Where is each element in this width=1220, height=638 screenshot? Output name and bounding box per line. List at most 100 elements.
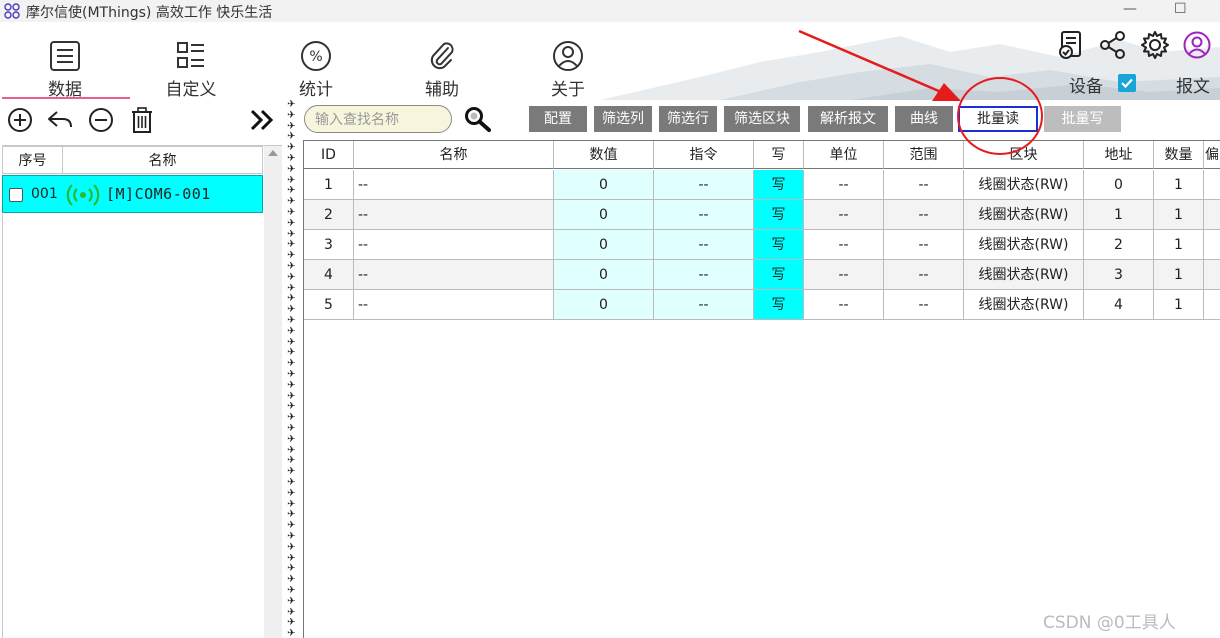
table-cell-value[interactable]: 0 — [554, 290, 654, 320]
device-list-scrollbar[interactable] — [264, 146, 282, 638]
gear-icon[interactable] — [1141, 31, 1169, 59]
splitter-arrow-icon: ✈ — [287, 239, 296, 251]
user-account-icon[interactable] — [1183, 31, 1211, 59]
table-cell-range: -- — [884, 290, 964, 320]
column-header-command[interactable]: 指令 — [654, 141, 754, 169]
filter-blocks-button[interactable]: 筛选区块 — [724, 106, 800, 132]
splitter-arrow-icon: ✈ — [287, 412, 296, 424]
minimize-button[interactable]: — — [1123, 1, 1137, 17]
table-cell-command: -- — [654, 260, 754, 290]
column-header-id[interactable]: ID — [304, 141, 354, 169]
table-cell-name: -- — [354, 200, 554, 230]
column-header-unit[interactable]: 单位 — [804, 141, 884, 169]
splitter-arrow-icon: ✈ — [287, 574, 296, 586]
table-cell-address: 1 — [1084, 200, 1154, 230]
title-bar: 摩尔信使(MThings) 高效工作 快乐生活 — ☐ — [0, 0, 1220, 22]
splitter-arrow-icon: ✈ — [287, 541, 296, 553]
active-tab-indicator — [2, 97, 130, 99]
filter-rows-button[interactable]: 筛选行 — [659, 106, 717, 132]
undo-icon[interactable] — [46, 106, 74, 134]
splitter-arrow-icon: ✈ — [287, 585, 296, 596]
document-check-icon[interactable] — [1057, 30, 1087, 60]
column-header-offset[interactable]: 偏 — [1204, 141, 1220, 169]
table-cell-count: 1 — [1154, 170, 1204, 200]
splitter-arrow-icon: ✈ — [287, 336, 296, 348]
config-button[interactable]: 配置 — [529, 106, 587, 132]
batch-write-button[interactable]: 批量写 — [1044, 106, 1121, 132]
column-header-name[interactable]: 名称 — [63, 146, 263, 174]
trash-icon[interactable] — [128, 106, 156, 134]
table-cell-command: -- — [654, 230, 754, 260]
scroll-up-arrow-icon[interactable] — [268, 150, 278, 156]
tab-data[interactable]: 数据 — [2, 22, 130, 100]
curve-button[interactable]: 曲线 — [895, 106, 953, 132]
splitter-arrow-icon: ✈ — [287, 304, 296, 316]
table-cell-count: 1 — [1154, 230, 1204, 260]
panel-splitter[interactable]: ✈ ✈ ✈ ✈ ✈ ✈ ✈ ✈ ✈ ✈ ✈ ✈ ✈ ✈ ✈ ✈ ✈ ✈ ✈ ✈ ✈ ✈ ✈ ✈ ✈ ✈ ✈ ✈ ✈ ✈ ✈ ✈ ✈ ✈ ✈ ✈ ✈ ✈ ✈ ✈… — [285, 100, 299, 638]
column-header-name[interactable]: 名称 — [354, 141, 554, 169]
column-header-value[interactable]: 数值 — [554, 141, 654, 169]
search-input[interactable] — [304, 105, 452, 133]
signal-broadcast-icon — [66, 184, 100, 206]
column-header-write[interactable]: 写 — [754, 141, 804, 169]
double-chevron-right-icon[interactable] — [248, 106, 276, 134]
table-cell-value[interactable]: 0 — [554, 260, 654, 290]
device-toggle-label: 设备 — [1069, 77, 1103, 97]
column-header-address[interactable]: 地址 — [1084, 141, 1154, 169]
column-header-range[interactable]: 范围 — [884, 141, 964, 169]
splitter-arrow-icon: ✈ — [287, 185, 296, 197]
write-cell-button[interactable]: 写 — [754, 170, 804, 200]
splitter-arrow-icon: ✈ — [287, 423, 296, 434]
share-icon[interactable] — [1099, 31, 1127, 59]
table-cell-count: 1 — [1154, 290, 1204, 320]
device-row-checkbox[interactable] — [9, 188, 23, 202]
column-header-block[interactable]: 区块 — [964, 141, 1084, 169]
ribbon: 数据 自定义 % 统计 辅助 关于 设备 报文 — [0, 22, 1220, 100]
table-cell-unit: -- — [804, 260, 884, 290]
column-header-index[interactable]: 序号 — [2, 146, 63, 174]
table-cell-offset — [1204, 230, 1220, 260]
splitter-arrow-icon: ✈ — [287, 282, 296, 294]
table-cell-address: 3 — [1084, 260, 1154, 290]
table-cell-block: 线圈状态(RW) — [964, 170, 1084, 200]
table-cell-value[interactable]: 0 — [554, 230, 654, 260]
splitter-arrow-icon: ✈ — [287, 358, 296, 370]
table-cell-block: 线圈状态(RW) — [964, 200, 1084, 230]
table-cell-offset — [1204, 200, 1220, 230]
splitter-arrow-icon: ✈ — [287, 617, 296, 629]
search-icon[interactable] — [463, 105, 493, 133]
splitter-arrow-icon: ✈ — [287, 131, 296, 143]
device-checkbox[interactable] — [1118, 74, 1136, 92]
filter-columns-button[interactable]: 筛选列 — [594, 106, 652, 132]
write-cell-button[interactable]: 写 — [754, 230, 804, 260]
table-cell-name: -- — [354, 260, 554, 290]
table-cell-address: 0 — [1084, 170, 1154, 200]
column-header-count[interactable]: 数量 — [1154, 141, 1204, 169]
table-cell-address: 4 — [1084, 290, 1154, 320]
table-cell-value[interactable]: 0 — [554, 170, 654, 200]
message-toggle-label[interactable]: 报文 — [1176, 72, 1210, 97]
write-cell-button[interactable]: 写 — [754, 260, 804, 290]
list-box-icon — [50, 41, 80, 71]
splitter-arrow-icon: ✈ — [287, 520, 296, 532]
table-cell-block: 线圈状态(RW) — [964, 230, 1084, 260]
splitter-arrow-icon: ✈ — [287, 509, 296, 521]
batch-read-button[interactable]: 批量读 — [958, 106, 1038, 132]
tab-custom[interactable]: 自定义 — [136, 22, 246, 100]
device-row[interactable]: 001 [M]COM6-001 — [2, 175, 263, 213]
tab-statistics[interactable]: % 统计 — [261, 22, 371, 100]
table-cell-range: -- — [884, 230, 964, 260]
table-cell-block: 线圈状态(RW) — [964, 290, 1084, 320]
tab-assist[interactable]: 辅助 — [387, 22, 497, 100]
splitter-arrow-icon: ✈ — [287, 153, 296, 164]
parse-message-button[interactable]: 解析报文 — [808, 106, 888, 132]
tab-about[interactable]: 关于 — [513, 22, 623, 100]
table-cell-value[interactable]: 0 — [554, 200, 654, 230]
table-cell-name: -- — [354, 170, 554, 200]
remove-circle-icon[interactable] — [87, 106, 115, 134]
table-cell-name: -- — [354, 230, 554, 260]
maximize-button[interactable]: ☐ — [1174, 1, 1187, 17]
write-cell-button[interactable]: 写 — [754, 200, 804, 230]
write-cell-button[interactable]: 写 — [754, 290, 804, 320]
add-circle-icon[interactable] — [6, 106, 34, 134]
